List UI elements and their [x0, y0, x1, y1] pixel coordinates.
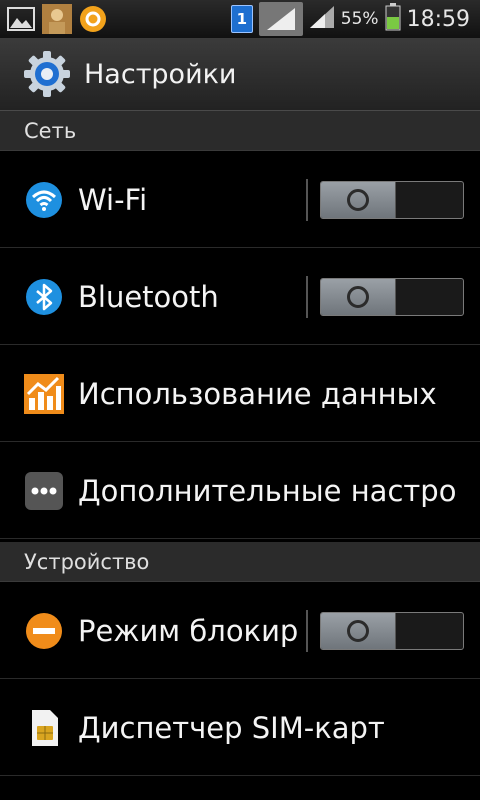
- action-bar: Настройки: [0, 38, 480, 111]
- settings-item-bluetooth[interactable]: Bluetooth: [0, 249, 480, 345]
- toggle-knob: [321, 181, 396, 218]
- contact-photo-icon: [42, 4, 72, 34]
- more-icon: [24, 471, 64, 511]
- battery-icon: [385, 3, 401, 35]
- sim-card-icon: [24, 708, 64, 748]
- status-bar: 1 55% 18:59: [0, 0, 480, 38]
- network-signal-icon: [258, 2, 303, 36]
- section-header-network: Сеть: [0, 111, 480, 151]
- settings-item-label: Диспетчер SIM-карт: [78, 710, 385, 745]
- app-o-icon: [78, 4, 108, 34]
- sim-badge: 1: [230, 5, 253, 33]
- data-usage-icon: [24, 373, 64, 414]
- settings-item-label: Дополнительные настро: [78, 473, 457, 508]
- bluetooth-toggle[interactable]: [320, 277, 464, 316]
- divider: [306, 609, 308, 652]
- settings-item-data-usage[interactable]: Использование данных: [0, 346, 480, 442]
- settings-item-label: Использование данных: [78, 376, 437, 411]
- gallery-icon: [6, 4, 36, 34]
- toggle-knob: [321, 278, 396, 315]
- settings-item-more[interactable]: Дополнительные настро: [0, 443, 480, 539]
- wifi-toggle[interactable]: [320, 180, 464, 219]
- settings-item-label: Wi-Fi: [78, 182, 148, 217]
- divider: [306, 178, 308, 221]
- block-mode-toggle[interactable]: [320, 611, 464, 650]
- divider: [306, 275, 308, 318]
- settings-item-sim-manager[interactable]: Диспетчер SIM-карт: [0, 680, 480, 776]
- settings-item-label: Режим блокир: [78, 613, 299, 648]
- page-title: Настройки: [84, 58, 237, 90]
- toggle-knob: [321, 612, 396, 649]
- clock: 18:59: [406, 6, 470, 32]
- section-header-device: Устройство: [0, 542, 480, 582]
- settings-item-wifi[interactable]: Wi-Fi: [0, 152, 480, 248]
- block-mode-icon: [24, 611, 64, 651]
- settings-item-label: Bluetooth: [78, 279, 219, 314]
- battery-percent: 55%: [340, 9, 379, 29]
- settings-item-block-mode[interactable]: Режим блокир: [0, 583, 480, 679]
- signal-strength-icon: [309, 5, 335, 33]
- bluetooth-icon: [24, 277, 64, 317]
- gear-icon[interactable]: [22, 49, 72, 99]
- wifi-icon: [24, 180, 64, 220]
